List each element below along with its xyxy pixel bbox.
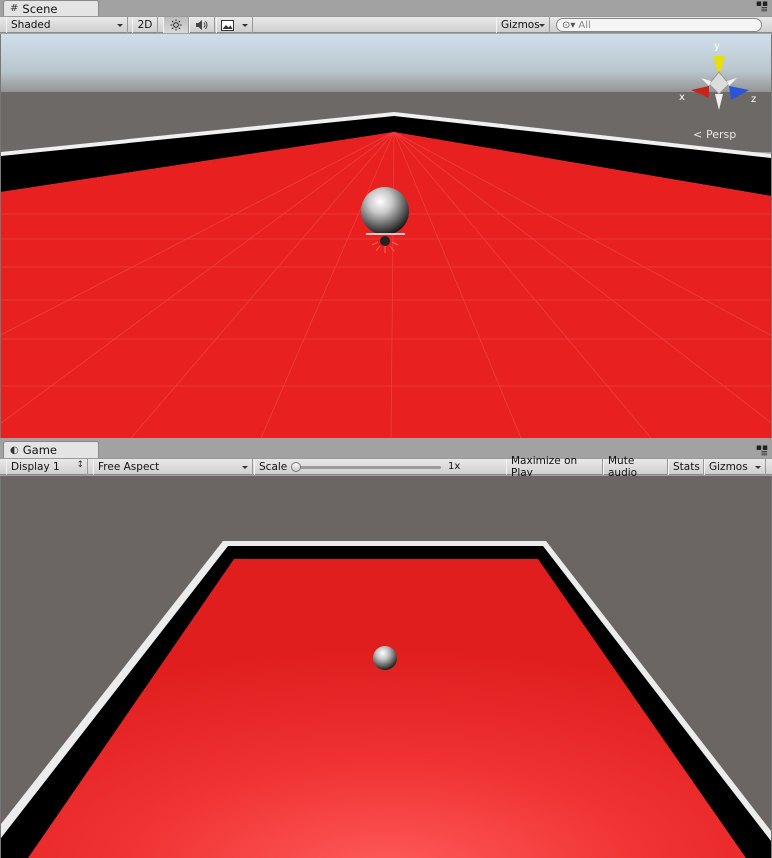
lighting-icon (170, 19, 182, 31)
scene-panel: # Scene ▪▪ ≡ Shaded 2D Gizmos ⊙▾ All y x… (0, 0, 772, 440)
game-panel: ◐ Game ▪▪≡ Display 1 Free Aspect Scale 1… (0, 441, 772, 858)
scene-sky (1, 34, 771, 96)
stats-toggle[interactable]: Stats (668, 459, 704, 475)
toggle-2d-label: 2D (137, 19, 153, 31)
axis-x-label: x (679, 92, 685, 103)
scene-tab-icon: # (10, 3, 19, 14)
tab-scene[interactable]: # Scene (3, 0, 99, 16)
scene-window-menu-icon[interactable]: ▪▪ ≡ (756, 0, 768, 15)
scene-gizmos-label: Gizmos (501, 19, 540, 31)
game-render[interactable] (1, 476, 771, 858)
aspect-dropdown[interactable]: Free Aspect (93, 459, 253, 475)
scale-value-label: 1x (448, 461, 461, 472)
effects-icon (221, 19, 234, 31)
aspect-label: Free Aspect (98, 461, 160, 473)
game-toolbar: Display 1 Free Aspect Scale 1x Maximize … (0, 455, 772, 479)
scale-label: Scale (259, 461, 288, 473)
game-gizmos-dropdown[interactable]: Gizmos (704, 459, 766, 475)
search-placeholder: All (578, 19, 591, 31)
display-label: Display 1 (11, 461, 60, 473)
audio-icon (196, 20, 208, 30)
tab-game[interactable]: ◐ Game (3, 441, 99, 458)
game-tab-label: Game (22, 443, 57, 457)
scene-search-input[interactable]: ⊙▾ All (556, 18, 762, 32)
game-tab-icon: ◐ (10, 444, 19, 456)
axis-z-label: z (751, 94, 756, 105)
maximize-on-play-toggle[interactable]: Maximize on Play (506, 455, 603, 479)
display-dropdown[interactable]: Display 1 (6, 459, 88, 475)
scale-slider-track[interactable] (295, 466, 441, 469)
search-icon: ⊙▾ (562, 19, 576, 31)
game-gizmos-label: Gizmos (709, 461, 748, 473)
scene-tab-label: Scene (22, 1, 58, 16)
game-sphere (373, 646, 397, 670)
shading-mode-dropdown[interactable]: Shaded (6, 17, 128, 33)
projection-label[interactable]: Persp (706, 128, 736, 141)
game-viewport[interactable] (0, 476, 772, 858)
scene-gizmos-dropdown[interactable]: Gizmos (496, 17, 550, 33)
lighting-toggle-button[interactable] (163, 17, 189, 33)
axis-y-label: y (714, 41, 720, 52)
scene-tab-strip: # Scene ▪▪ ≡ (0, 0, 772, 16)
effects-dropdown[interactable] (216, 17, 253, 33)
game-window-menu-icon[interactable]: ▪▪ ≡ (756, 444, 768, 459)
toggle-2d-button[interactable]: 2D (132, 17, 158, 33)
shading-mode-label: Shaded (11, 19, 51, 31)
scene-toolbar: Shaded 2D Gizmos ⊙▾ All (0, 16, 772, 33)
projection-arrow-icon: < (693, 128, 702, 141)
scene-render[interactable]: y x z < Persp (1, 34, 771, 438)
audio-toggle-button[interactable] (189, 17, 215, 33)
scene-sphere[interactable] (361, 187, 409, 235)
scale-slider-thumb[interactable] (291, 462, 301, 472)
mute-audio-toggle[interactable]: Mute audio (603, 455, 668, 479)
scene-viewport[interactable]: y x z < Persp (0, 34, 772, 438)
stats-label: Stats (673, 461, 700, 473)
scene-floor (1, 132, 771, 438)
